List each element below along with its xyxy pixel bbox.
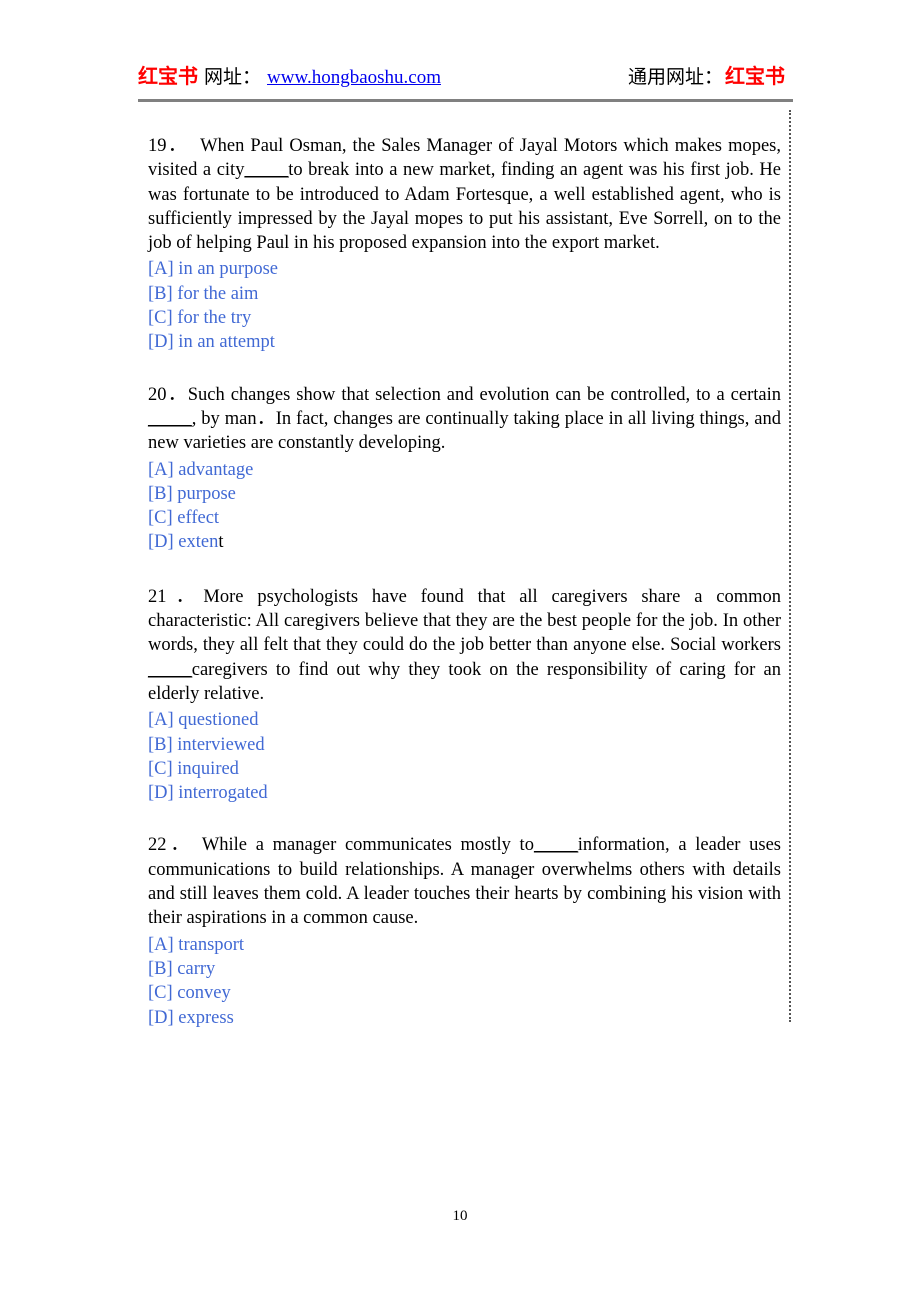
right-margin-dotted-rule: [789, 110, 793, 1022]
question-20-blank: _____: [148, 408, 192, 429]
option-21-d[interactable]: [D] interrogated: [148, 781, 781, 805]
option-19-a[interactable]: [A] in an purpose: [148, 257, 781, 281]
question-21-stem-before: More psychologists have found that all c…: [148, 586, 781, 656]
option-21-c[interactable]: [C] inquired: [148, 757, 781, 781]
option-20-b[interactable]: [B] purpose: [148, 482, 781, 506]
header-divider: [138, 99, 793, 102]
question-block-21: 21．More psychologists have found that al…: [148, 585, 781, 806]
option-22-c[interactable]: [C] convey: [148, 981, 781, 1005]
question-20-number: 20．: [148, 384, 188, 405]
question-21-stem-after: caregivers to find out why they took on …: [148, 659, 781, 704]
option-19-d[interactable]: [D] in an attempt: [148, 330, 781, 354]
option-20-d[interactable]: [D] extent: [148, 530, 781, 554]
question-block-19: 19． When Paul Osman, the Sales Manager o…: [148, 134, 781, 355]
page-header: 红宝书 网址： www.hongbaoshu.com 通用网址： 红宝书: [138, 60, 793, 96]
option-21-b[interactable]: [B] interviewed: [148, 733, 781, 757]
header-website-link[interactable]: www.hongbaoshu.com: [267, 67, 441, 89]
option-20-c[interactable]: [C] effect: [148, 506, 781, 530]
document-page: 红宝书 网址： www.hongbaoshu.com 通用网址： 红宝书 19．…: [0, 0, 920, 1302]
question-22-stem-before: While a manager communicates mostly to: [201, 835, 534, 856]
header-generic-brand: 红宝书: [725, 64, 785, 88]
question-22-options: [A] transport [B] carry [C] convey [D] e…: [148, 933, 781, 1030]
question-22-blank: _____: [533, 835, 578, 856]
question-22-number: 22．: [148, 835, 194, 856]
brand-logo-text: 红宝书: [138, 64, 198, 88]
option-19-c[interactable]: [C] for the try: [148, 306, 781, 330]
question-19-blank: _____: [244, 160, 289, 181]
question-20-options: [A] advantage [B] purpose [C] effect [D]…: [148, 458, 781, 555]
question-block-20: 20．Such changes show that selection and …: [148, 383, 781, 555]
option-20-d-tail: t: [218, 532, 224, 553]
question-19-number: 19．: [148, 136, 188, 156]
question-21-text: 21．More psychologists have found that al…: [148, 585, 781, 706]
option-22-d[interactable]: [D] express: [148, 1006, 781, 1030]
header-right-group: 通用网址： 红宝书: [628, 60, 793, 89]
question-20-stem-before: Such changes show that selection and evo…: [187, 384, 781, 405]
option-20-a[interactable]: [A] advantage: [148, 458, 781, 482]
question-20-text: 20．Such changes show that selection and …: [148, 383, 781, 456]
header-left-group: 红宝书 网址： www.hongbaoshu.com: [138, 60, 441, 89]
header-generic-label: 通用网址：: [627, 66, 723, 88]
question-21-options: [A] questioned [B] interviewed [C] inqui…: [148, 708, 781, 805]
question-19-text: 19． When Paul Osman, the Sales Manager o…: [148, 134, 781, 255]
option-21-a[interactable]: [A] questioned: [148, 708, 781, 732]
questions-container: 19． When Paul Osman, the Sales Manager o…: [148, 134, 781, 1050]
question-block-22: 22． While a manager communicates mostly …: [148, 833, 781, 1029]
question-19-options: [A] in an purpose [B] for the aim [C] fo…: [148, 257, 781, 354]
header-url-label: 网址：: [204, 66, 262, 88]
question-20-stem-after: , by man．In fact, changes are continuall…: [148, 408, 781, 454]
question-21-number: 21．: [148, 586, 204, 607]
question-22-text: 22． While a manager communicates mostly …: [148, 833, 781, 930]
option-19-b[interactable]: [B] for the aim: [148, 282, 781, 306]
option-20-d-label: [D] exten: [148, 532, 219, 553]
footer-page-number: 10: [452, 1208, 468, 1224]
option-22-a[interactable]: [A] transport: [148, 933, 781, 957]
question-21-blank: _____: [148, 659, 192, 680]
option-22-b[interactable]: [B] carry: [148, 957, 781, 981]
